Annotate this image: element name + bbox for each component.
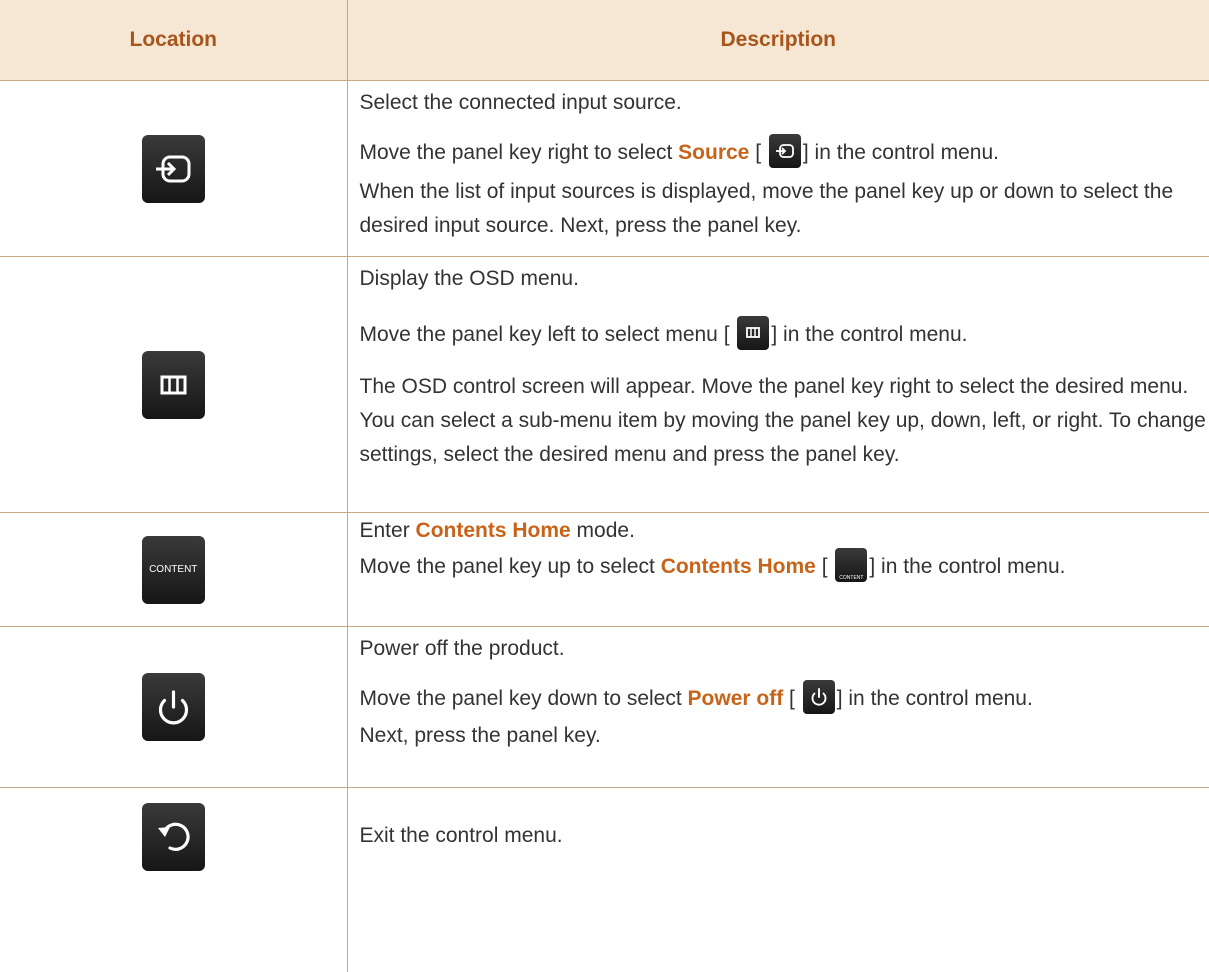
table-row: CONTENT Enter Contents Home mode. Move t… xyxy=(0,512,1209,627)
description-cell: Display the OSD menu. Move the panel key… xyxy=(347,256,1209,513)
content-icon: CONTENT xyxy=(835,548,868,583)
description-text: Enter Contents Home mode. xyxy=(359,519,635,542)
source-label: Source xyxy=(678,141,750,164)
description-text: Next, press the panel key. xyxy=(359,724,601,747)
control-keys-table: Location Description Select the connecte… xyxy=(0,0,1209,972)
location-cell: CONTENT xyxy=(0,512,348,627)
location-header: Location xyxy=(0,0,348,81)
power-icon xyxy=(141,673,205,741)
table-header-row: Location Description xyxy=(0,0,1209,81)
description-text: Move the panel key right to select Sourc… xyxy=(360,134,1209,170)
description-text: Select the connected input source. xyxy=(359,91,682,114)
description-header: Description xyxy=(347,0,1209,81)
content-icon: CONTENT xyxy=(141,535,205,604)
description-text: The OSD control screen will appear. Move… xyxy=(359,375,1206,466)
source-icon xyxy=(768,134,801,169)
menu-icon xyxy=(141,350,205,419)
power-off-label: Power off xyxy=(687,687,784,710)
location-cell xyxy=(0,256,348,513)
location-cell xyxy=(0,626,348,788)
contents-home-label: Contents Home xyxy=(415,519,571,542)
description-cell: Power off the product. Move the panel ke… xyxy=(347,626,1209,788)
power-icon xyxy=(802,680,835,715)
menu-icon xyxy=(737,316,770,351)
table-row: Display the OSD menu. Move the panel key… xyxy=(0,256,1209,513)
description-text: Move the panel key left to select menu [… xyxy=(360,316,1209,352)
description-text: Power off the product. xyxy=(359,637,565,660)
description-cell: Enter Contents Home mode. Move the panel… xyxy=(347,512,1209,627)
location-cell xyxy=(0,80,348,257)
description-cell: Exit the control menu. xyxy=(347,787,1209,972)
table-row: Power off the product. Move the panel ke… xyxy=(0,626,1209,788)
return-icon xyxy=(141,803,205,871)
table-row: Exit the control menu. xyxy=(0,787,1209,972)
description-text: Move the panel key up to select Contents… xyxy=(360,548,1209,584)
description-text: Move the panel key down to select Power … xyxy=(360,680,1209,716)
description-text: Exit the control menu. xyxy=(359,824,563,847)
contents-home-label: Contents Home xyxy=(660,555,816,578)
table-row: Select the connected input source. Move … xyxy=(0,80,1209,257)
source-icon xyxy=(141,134,205,203)
description-cell: Select the connected input source. Move … xyxy=(347,80,1209,257)
location-cell xyxy=(0,787,348,972)
description-text: When the list of input sources is displa… xyxy=(359,180,1174,237)
description-text: Display the OSD menu. xyxy=(359,267,579,290)
